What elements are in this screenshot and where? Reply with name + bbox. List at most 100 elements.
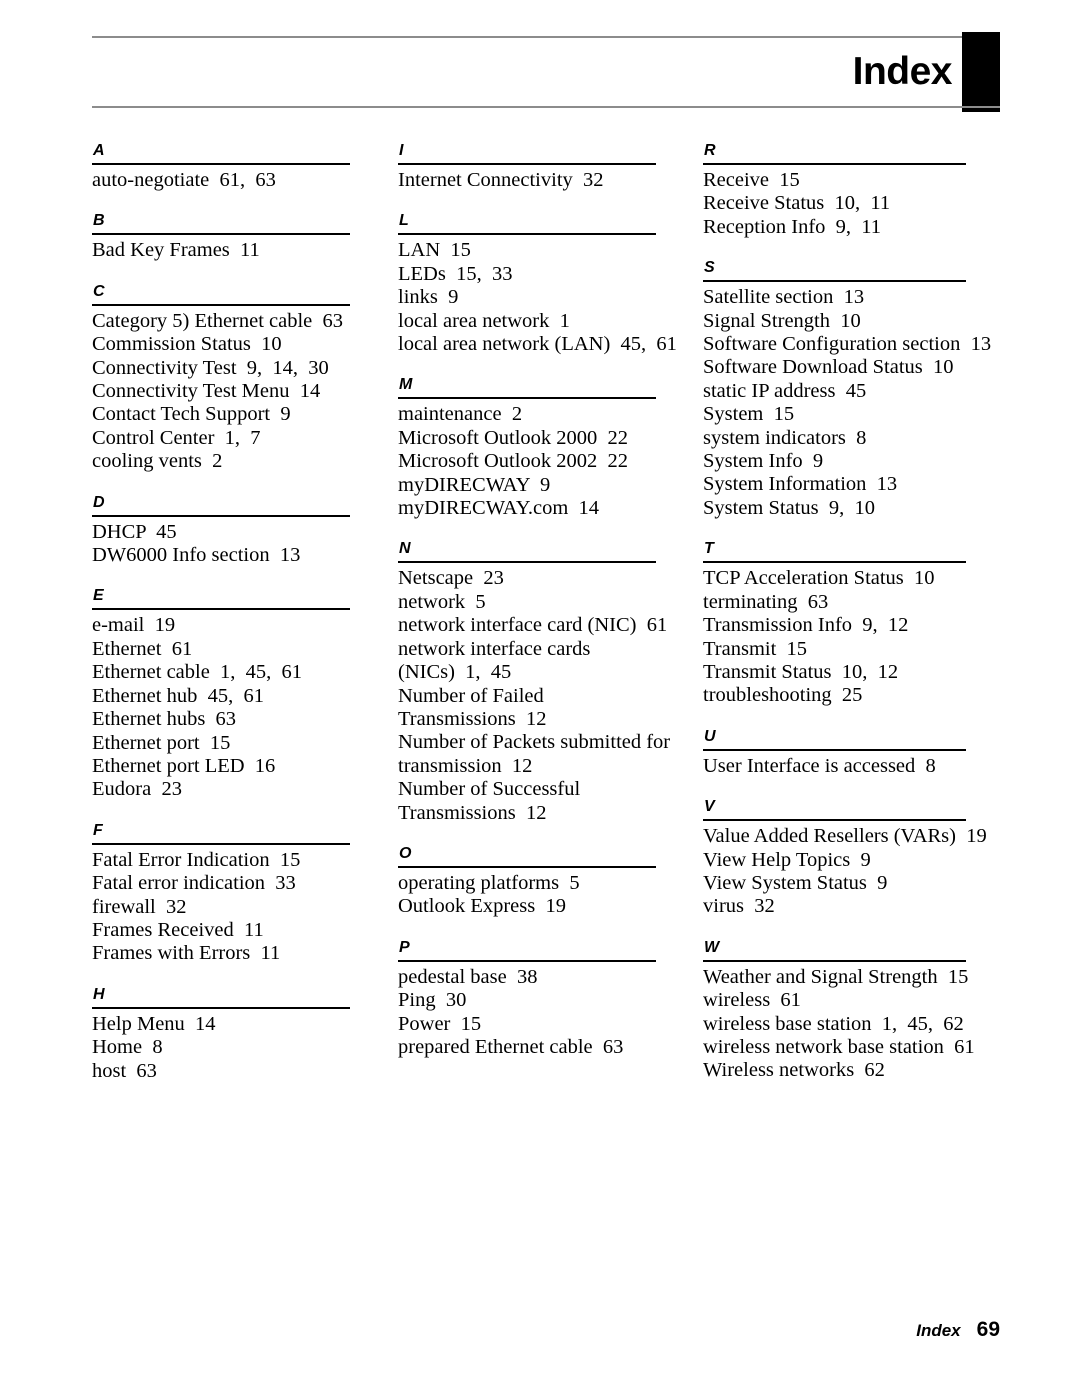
index-entry: Ethernet hubs 63 xyxy=(92,708,237,731)
index-letter-rule xyxy=(92,303,350,306)
index-letter-heading: I xyxy=(399,142,404,159)
index-entry: wireless 61 xyxy=(703,989,801,1012)
index-entry-list: Internet Connectivity 32 xyxy=(398,169,670,192)
index-entry: Transmit 15 xyxy=(703,637,808,660)
index-entry: Internet Connectivity 32 xyxy=(398,169,604,191)
index-entry: Transmit Status 10, 12 xyxy=(703,660,899,683)
index-entry-list: maintenance 2 Microsoft Outlook 2000 22 Mi… xyxy=(398,403,670,520)
index-entry: Transmission Info 9, 12 xyxy=(703,614,909,637)
index-entry: cooling vents 2 xyxy=(92,450,223,473)
index-entry-list: Weather and Signal Strength 15 wireless 6… xyxy=(703,966,975,1083)
header-tab-block xyxy=(962,32,1000,112)
index-letter-section-N: N Netscape 23 network 5 network interface c… xyxy=(398,540,670,824)
index-letter-section-E: Ee-mail 19 Ethernet 61 Ethernet cable 1, 4… xyxy=(92,587,354,801)
index-entry: Receive 15 xyxy=(703,169,800,191)
index-letter-rule xyxy=(92,514,350,517)
index-letter-section-S: S Satellite section 13 Signal Strength 10 S… xyxy=(703,259,991,520)
index-entry: Category 5) Ethernet cable 63 xyxy=(92,309,344,332)
index-letter-section-B: B Bad Key Frames 11 xyxy=(92,212,354,262)
index-entry: Power 15 xyxy=(398,1012,482,1035)
index-entry: Home 8 xyxy=(92,1036,163,1059)
index-letter-rule xyxy=(398,397,656,400)
index-entry: Help Menu 14 xyxy=(92,1012,216,1035)
index-letter-section-M: Mmaintenance 2 Microsoft Outlook 2000 22 M… xyxy=(398,376,670,520)
index-entry: Fatal Error Indication 15 xyxy=(92,848,301,871)
index-entry: Bad Key Frames 11 xyxy=(92,239,260,262)
index-entry: maintenance 2 xyxy=(398,403,523,426)
index-entry: Ethernet hub 45, 61 xyxy=(92,684,264,707)
footer-page-number: 69 xyxy=(976,1318,1000,1341)
index-entry-list: TCP Acceleration Status 10 terminating 63… xyxy=(703,567,975,707)
index-entry: host 63 xyxy=(92,1059,157,1082)
index-letter-rule xyxy=(92,163,350,165)
index-letter-rule xyxy=(92,608,350,611)
index-letter-heading: H xyxy=(93,985,105,1003)
index-entry: myDIRECWAY 9 xyxy=(398,473,551,496)
index-letter-heading: C xyxy=(93,282,105,300)
index-letter-rule xyxy=(398,865,656,868)
index-letter-heading: D xyxy=(93,493,105,511)
index-entry: Frames Received 11 xyxy=(92,918,264,941)
index-entry: wireless network base station 61 xyxy=(703,1035,975,1058)
index-letter-rule xyxy=(703,819,966,822)
index-entry: Connectivity Test Menu 14 xyxy=(92,380,321,403)
index-entry: Weather and Signal Strength 15 xyxy=(703,965,969,988)
index-entry: local area network (LAN) 45, 61 xyxy=(398,333,677,356)
index-entry-list: auto-negotiate 61, 63 xyxy=(92,169,354,192)
index-letter-rule xyxy=(703,561,966,564)
index-entry: Connectivity Test 9, 14, 30 xyxy=(92,356,329,379)
index-entry-list: Netscape 23 network 5 network interface ca… xyxy=(398,567,670,824)
index-entry: transmission 12 xyxy=(398,754,533,777)
index-entry: Number of Successful xyxy=(398,778,581,801)
index-letter-heading: V xyxy=(704,798,715,816)
index-entry: DW6000 Info section 13 xyxy=(92,544,301,567)
index-entry: Netscape 23 xyxy=(398,567,504,590)
index-entry: Value Added Resellers (VARs) 19 xyxy=(703,825,987,848)
index-letter-section-I: I Internet Connectivity 32 xyxy=(398,142,670,192)
index-entry: local area network 1 xyxy=(398,309,570,332)
index-entry: Ethernet port 15 xyxy=(92,731,231,754)
index-letter-section-R: R Receive 15 Receive Status 10, 11 Receptio… xyxy=(703,142,975,239)
index-entry: Software Download Status 10 xyxy=(703,356,954,379)
index-letter-rule xyxy=(398,959,656,962)
page-title: Index xyxy=(852,50,953,93)
index-entry: troubleshooting 25 xyxy=(703,684,863,707)
index-entry-list: e-mail 19 Ethernet 61 Ethernet cable 1, 45… xyxy=(92,614,354,801)
index-letter-heading: W xyxy=(704,938,720,956)
index-entry: Control Center 1, 7 xyxy=(92,426,261,449)
index-letter-section-H: H Help Menu 14 Home 8 host 63 xyxy=(92,986,354,1083)
index-entry: Microsoft Outlook 2002 22 xyxy=(398,450,629,473)
index-letter-heading: A xyxy=(93,142,105,159)
index-letter-rule xyxy=(703,280,966,283)
index-letter-heading: E xyxy=(93,587,104,605)
index-entry: auto-negotiate 61, 63 xyxy=(92,169,276,191)
index-entry: LAN 15 xyxy=(398,239,471,262)
index-entry: Ethernet port LED 16 xyxy=(92,754,276,777)
index-letter-rule xyxy=(92,1006,350,1009)
index-entry: Number of Packets submitted for xyxy=(398,731,671,754)
index-entry: System Status 9, 10 xyxy=(703,496,875,519)
index-entry-list: Category 5) Ethernet cable 63 Commission … xyxy=(92,310,354,474)
index-letter-section-P: Ppedestal base 38 Ping 30 Power 15 prepared… xyxy=(398,939,670,1060)
index-entry: Ethernet 61 xyxy=(92,637,193,660)
index-letter-section-L: L LAN 15 LEDs 15, 33 links 9 local area netw… xyxy=(398,212,677,356)
index-entry: View System Status 9 xyxy=(703,871,888,894)
index-column-3: R Receive 15 Receive Status 10, 11 Receptio… xyxy=(703,142,991,1083)
index-entry: System 15 xyxy=(703,403,795,426)
index-entry: Transmissions 12 xyxy=(398,801,547,824)
index-entry: Microsoft Outlook 2000 22 xyxy=(398,426,629,449)
index-entry-list: pedestal base 38 Ping 30 Power 15 prepared … xyxy=(398,966,670,1060)
index-entry: User Interface is accessed 8 xyxy=(703,754,936,777)
index-entry: prepared Ethernet cable 63 xyxy=(398,1035,624,1058)
index-entry: network interface cards xyxy=(398,637,591,660)
index-entry: (NICs) 1, 45 xyxy=(398,661,512,684)
index-entry-list: operating platforms 5 Outlook Express 19 xyxy=(398,872,670,919)
index-entry: Ethernet cable 1, 45, 61 xyxy=(92,661,303,684)
index-letter-heading: U xyxy=(704,727,716,745)
index-entry: network interface card (NIC) 61 xyxy=(398,614,668,637)
footer-label: Index xyxy=(916,1321,961,1340)
index-letter-heading: T xyxy=(704,540,714,558)
index-entry: Number of Failed xyxy=(398,684,544,707)
page-header: Index xyxy=(92,32,1000,112)
index-entry: Frames with Errors 11 xyxy=(92,942,281,965)
